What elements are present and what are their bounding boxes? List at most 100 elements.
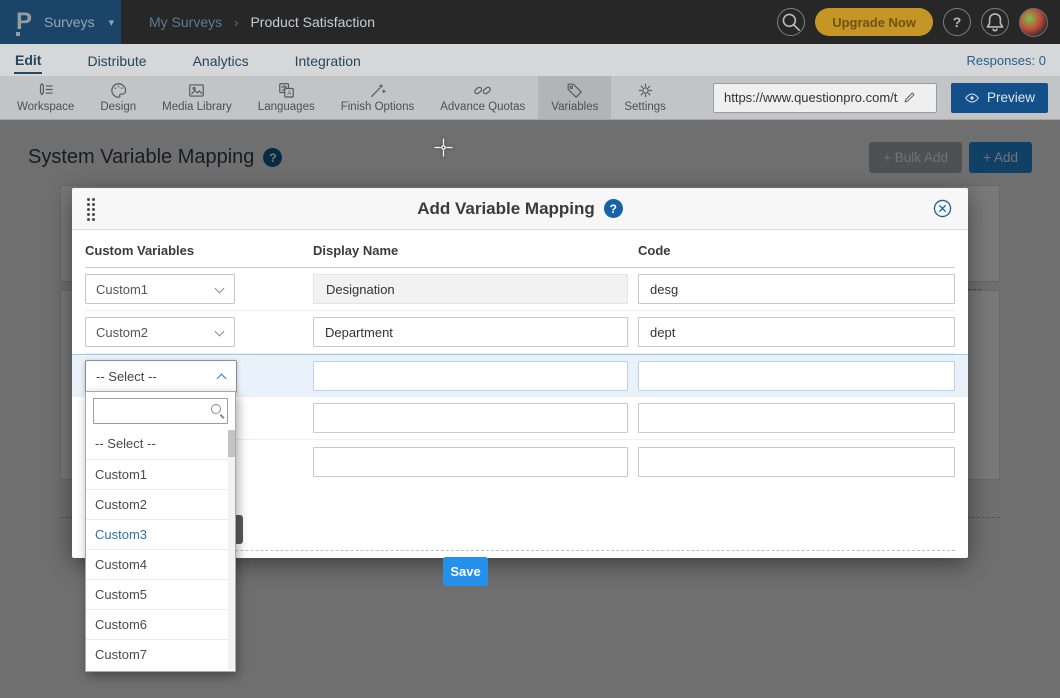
edit-toolbar: Workspace Design Media Library A Languag… — [0, 76, 1060, 120]
toolbar-item-label: Settings — [624, 101, 666, 113]
tab-distribute[interactable]: Distribute — [86, 48, 147, 73]
surveys-menu[interactable]: P Surveys ▾ — [0, 0, 121, 44]
modal-header: Add Variable Mapping ? — [72, 188, 968, 230]
toolbar-item-label: Workspace — [17, 101, 74, 113]
save-button[interactable]: Save — [443, 557, 488, 586]
toolbar-item-media-library[interactable]: Media Library — [149, 76, 245, 119]
table-row: Custom2 — [85, 311, 955, 354]
surveys-menu-label: Surveys — [44, 14, 95, 30]
workspace-icon — [36, 81, 55, 100]
tab-integration[interactable]: Integration — [294, 48, 362, 73]
table-header-row: Custom Variables Display Name Code — [85, 230, 955, 268]
dropdown-option[interactable]: Custom4 — [86, 549, 235, 579]
column-header-custom-variables: Custom Variables — [85, 243, 313, 258]
chevron-down-icon: ▾ — [109, 16, 115, 29]
dropdown-option[interactable]: Custom3 — [86, 519, 235, 549]
survey-url-field[interactable] — [713, 83, 937, 113]
scrollbar-thumb[interactable] — [228, 430, 235, 457]
variable-select-open[interactable]: -- Select -- — [85, 360, 237, 393]
design-palette-icon — [109, 81, 128, 100]
chevron-down-icon — [215, 284, 225, 294]
code-input[interactable] — [638, 274, 955, 304]
toolbar-item-variables[interactable]: Variables — [538, 76, 611, 119]
modal-help-icon[interactable]: ? — [604, 199, 623, 218]
display-name-input[interactable] — [313, 403, 628, 433]
toolbar-item-workspace[interactable]: Workspace — [4, 76, 87, 119]
dropdown-search-input[interactable] — [93, 398, 228, 424]
edit-url-pencil-icon[interactable] — [902, 90, 917, 105]
obscured-button-edge — [235, 515, 243, 544]
dropdown-scrollbar[interactable] — [228, 430, 235, 670]
dropdown-option[interactable]: Custom6 — [86, 609, 235, 639]
breadcrumb-current: Product Satisfaction — [250, 14, 375, 30]
screen: P Surveys ▾ My Surveys › Product Satisfa… — [0, 0, 1060, 698]
display-name-input[interactable] — [313, 447, 628, 477]
display-name-input[interactable] — [313, 317, 628, 347]
tab-edit[interactable]: Edit — [14, 47, 42, 74]
toolbar-item-finish-options[interactable]: Finish Options — [328, 76, 428, 119]
toolbar-item-label: Languages — [258, 101, 315, 113]
breadcrumb-separator-icon: › — [234, 15, 238, 30]
dropdown-option[interactable]: Custom7 — [86, 639, 235, 669]
user-avatar[interactable] — [1019, 8, 1048, 37]
upgrade-now-button[interactable]: Upgrade Now — [815, 8, 933, 36]
tab-analytics[interactable]: Analytics — [192, 48, 250, 73]
toolbar-item-settings[interactable]: Settings — [611, 76, 679, 119]
section-nav: Edit Distribute Analytics Integration Re… — [0, 44, 1060, 76]
topbar-actions: Upgrade Now ? — [777, 8, 1060, 37]
code-input[interactable] — [638, 317, 955, 347]
variable-select[interactable]: Custom1 — [85, 274, 235, 304]
display-name-field[interactable]: Designation — [313, 274, 628, 304]
toolbar-item-label: Variables — [551, 101, 598, 113]
magic-wand-icon — [368, 81, 387, 100]
variable-dropdown-panel: -- Select --Custom1Custom2Custom3Custom4… — [85, 391, 236, 672]
toolbar-item-languages[interactable]: A Languages — [245, 76, 328, 119]
eye-icon — [964, 90, 980, 106]
display-name-input[interactable] — [313, 361, 628, 391]
toolbar-item-label: Finish Options — [341, 101, 415, 113]
code-input[interactable] — [638, 447, 955, 477]
dropdown-options: -- Select --Custom1Custom2Custom3Custom4… — [86, 429, 235, 669]
dropdown-option[interactable]: Custom1 — [86, 459, 235, 489]
breadcrumb: My Surveys › Product Satisfaction — [149, 14, 375, 30]
languages-translate-icon: A — [277, 81, 296, 100]
column-header-display-name: Display Name — [313, 243, 638, 258]
variable-select[interactable]: Custom2 — [85, 317, 235, 347]
table-row: Custom1 Designation — [85, 268, 955, 311]
tag-icon — [565, 81, 584, 100]
survey-url-input[interactable] — [714, 90, 902, 105]
dropdown-search — [93, 398, 228, 424]
chain-link-icon — [473, 81, 492, 100]
dropdown-option[interactable]: Custom5 — [86, 579, 235, 609]
media-image-icon — [187, 81, 206, 100]
help-icon[interactable]: ? — [943, 8, 971, 36]
drag-handle-icon[interactable] — [87, 198, 95, 221]
modal-title: Add Variable Mapping — [417, 199, 595, 219]
code-input[interactable] — [638, 361, 955, 391]
survey-url-area: Preview — [713, 76, 1056, 119]
toolbar-item-design[interactable]: Design — [87, 76, 149, 119]
preview-button[interactable]: Preview — [951, 83, 1048, 113]
close-icon[interactable] — [932, 198, 953, 219]
dropdown-option[interactable]: -- Select -- — [86, 429, 235, 459]
responses-count: Responses: 0 — [967, 53, 1047, 68]
variable-select-value: Custom2 — [96, 325, 148, 340]
notifications-bell-icon[interactable] — [981, 8, 1009, 36]
toolbar-item-advance-quotas[interactable]: Advance Quotas — [427, 76, 538, 119]
gear-icon — [636, 81, 655, 100]
column-header-code: Code — [638, 243, 955, 258]
chevron-down-icon — [215, 327, 225, 337]
toolbar-item-label: Design — [100, 101, 136, 113]
search-icon — [211, 404, 221, 414]
breadcrumb-parent[interactable]: My Surveys — [149, 14, 222, 30]
topbar: P Surveys ▾ My Surveys › Product Satisfa… — [0, 0, 1060, 44]
chevron-up-icon — [217, 373, 227, 383]
toolbar-item-label: Advance Quotas — [440, 101, 525, 113]
code-input[interactable] — [638, 403, 955, 433]
search-icon[interactable] — [777, 8, 805, 36]
variable-select-value: Custom1 — [96, 282, 148, 297]
preview-button-label: Preview — [987, 90, 1035, 105]
dropdown-option[interactable]: Custom2 — [86, 489, 235, 519]
variable-select-value: -- Select -- — [96, 369, 157, 384]
toolbar-item-label: Media Library — [162, 101, 232, 113]
